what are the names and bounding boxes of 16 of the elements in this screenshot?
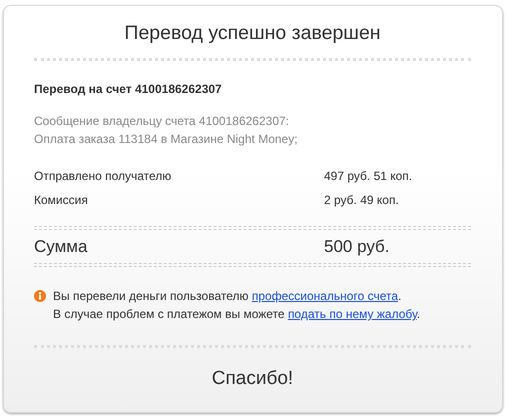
transfer-heading: Перевод на счет 4100186262307 xyxy=(34,81,223,98)
info-icon xyxy=(34,290,46,302)
page-title: Перевод успешно завершен xyxy=(123,21,382,46)
detail-label: Комиссия xyxy=(34,192,89,209)
notice-text: Вы перевели деньги пользователю профессионального счета. xyxy=(53,288,402,305)
message-text: Сообщение владельцу счета 4100186262307: xyxy=(34,113,290,130)
total-label: Сумма xyxy=(34,236,88,258)
detail-value: 497 руб. 51 коп. xyxy=(324,168,412,185)
notice-link[interactable]: подать по нему жалобу xyxy=(288,307,417,321)
message-text: Оплата заказа 113184 в Магазине Night Money; xyxy=(34,131,299,148)
thanks-text: Спасибо! xyxy=(210,367,294,391)
notice-text: В случае проблем с платежом вы можете подать по нему жалобу. xyxy=(53,306,420,323)
detail-value: 2 руб. 49 коп. xyxy=(324,192,399,209)
total-value: 500 руб. xyxy=(324,236,390,258)
notice-link[interactable]: профессионального счета xyxy=(252,289,398,303)
detail-label: Отправлено получателю xyxy=(34,168,172,185)
